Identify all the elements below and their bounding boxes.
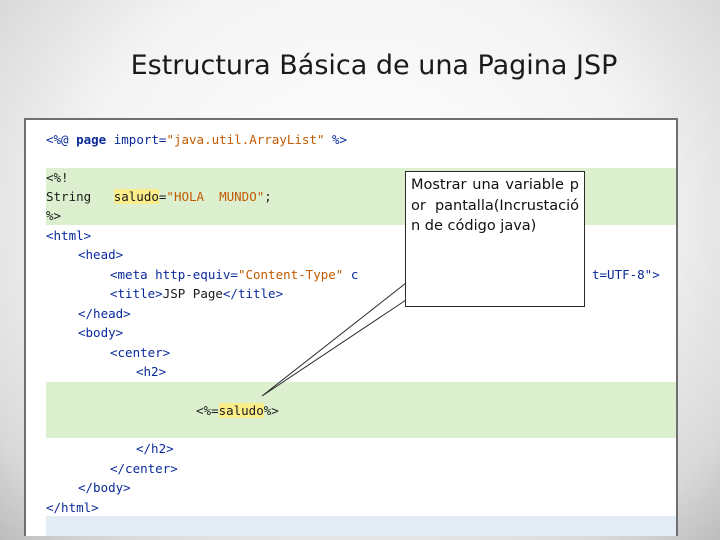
code-line-head-open: <head> <box>78 247 124 262</box>
code-line-string-declaration: String saludo="HOLA MUNDO"; <box>46 189 272 204</box>
code-line-h2-close: </h2> <box>136 441 174 456</box>
callout-box: Mostrar una variable por pantalla(Incrus… <box>405 171 585 307</box>
code-line-body-close: </body> <box>78 480 131 495</box>
code-line-h2-open: <h2> <box>136 364 167 379</box>
code-line-expression: <%=saludo%> <box>196 403 279 418</box>
code-line-html-close: </html> <box>46 500 99 515</box>
code-line-center-close: </center> <box>110 461 178 476</box>
code-line-declaration-close: %> <box>46 208 62 223</box>
code-line-body-open: <body> <box>78 325 124 340</box>
code-line-title: <title>JSP Page</title> <box>110 286 284 301</box>
code-line-html-open: <html> <box>46 228 92 243</box>
code-line-declaration-open: <%! <box>46 170 69 185</box>
code-line-center-open: <center> <box>110 345 171 360</box>
code-line-meta-tail: t=UTF-8"> <box>592 267 660 282</box>
expression-band <box>46 382 676 438</box>
code-line-head-close: </head> <box>78 306 131 321</box>
code-line-meta: <meta http-equiv="Content-Type" c <box>110 267 359 282</box>
editor-bottom-strip <box>46 516 676 536</box>
code-line-page-directive: <%@ page import="java.util.ArrayList" %> <box>46 132 348 147</box>
slide-title: Estructura Básica de una Pagina JSP <box>130 50 618 81</box>
